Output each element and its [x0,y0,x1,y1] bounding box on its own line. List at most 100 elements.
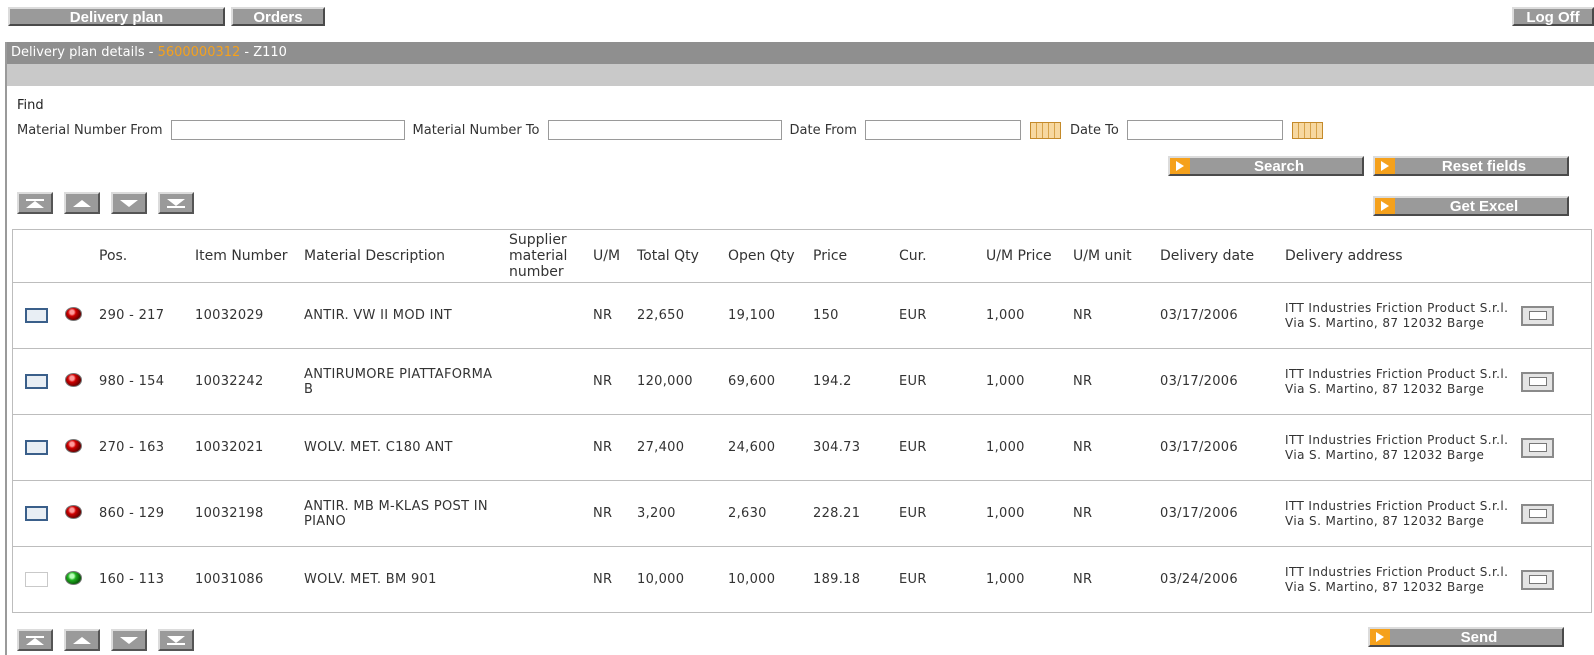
next-page-icon[interactable] [111,192,147,214]
row-action-cell [1521,546,1592,613]
calendar-icon[interactable] [1029,121,1061,139]
title-suffix: - Z110 [240,45,287,60]
col-material-description: Material Description [304,229,509,283]
prev-page-icon[interactable] [64,192,100,214]
row-pos: 290 - 217 [99,282,195,349]
row-supplier-material-number [509,282,593,349]
last-page-icon[interactable] [158,629,194,651]
row-action-cell [1521,414,1592,481]
row-select-cell [12,348,65,415]
table-row: 160 - 113 10031086 WOLV. MET. BM 901 NR 10,0… [12,546,1592,613]
address-detail-icon[interactable] [1521,437,1554,458]
row-cur: EUR [899,480,986,547]
row-action-cell [1521,480,1592,547]
orders-button[interactable]: Orders [231,7,325,26]
status-light-icon [65,504,82,519]
row-action-cell [1521,282,1592,349]
row-open-qty: 19,100 [728,282,813,349]
title-prefix: Delivery plan details - [11,45,158,60]
row-delivery-date: 03/17/2006 [1160,414,1285,481]
send-button[interactable]: Send [1368,627,1564,647]
row-cur: EUR [899,282,986,349]
row-delivery-date: 03/17/2006 [1160,348,1285,415]
row-delivery-date: 03/17/2006 [1160,282,1285,349]
row-checkbox[interactable] [25,440,48,455]
row-checkbox[interactable] [25,308,48,323]
prev-page-icon[interactable] [64,629,100,651]
excel-label: Get Excel [1449,197,1519,215]
row-um-unit: NR [1073,546,1160,613]
address-detail-icon[interactable] [1521,305,1554,326]
row-material-description: ANTIR. MB M-KLAS POST IN PIANO [304,480,509,547]
find-label: Find [17,98,44,113]
last-page-icon[interactable] [158,192,194,214]
col-open-qty: Open Qty [728,229,813,283]
col-total-qty: Total Qty [637,229,728,283]
date-from-label: Date From [789,122,857,138]
row-open-qty: 10,000 [728,546,813,613]
reset-fields-button[interactable]: Reset fields [1373,156,1569,176]
address-detail-icon[interactable] [1521,503,1554,524]
row-um-unit: NR [1073,480,1160,547]
table-row: 980 - 154 10032242 ANTIRUMORE PIATTAFORMA … [12,348,1592,415]
row-item-number: 10032029 [195,282,304,349]
material-from-input[interactable] [170,120,405,140]
pager-bottom [17,629,194,651]
calendar-icon[interactable] [1291,121,1323,139]
row-select-cell [12,414,65,481]
log-off-button[interactable]: Log Off [1512,7,1594,26]
col-um-unit: U/M unit [1073,229,1160,283]
col-pos: Pos. [99,229,195,283]
row-supplier-material-number [509,348,593,415]
top-nav: Delivery plan Orders [8,7,325,26]
material-from-label: Material Number From [17,122,163,138]
delivery-plan-panel: Delivery plan details - 5600000312 - Z11… [5,42,1594,655]
date-to-input[interactable] [1126,120,1283,140]
row-delivery-address: ITT Industries Friction Product S.r.l. V… [1285,480,1521,547]
date-from-input[interactable] [864,120,1021,140]
row-status-cell [65,546,99,613]
address-detail-icon[interactable] [1521,371,1554,392]
row-item-number: 10031086 [195,546,304,613]
first-page-icon[interactable] [17,629,53,651]
delivery-plan-button[interactable]: Delivery plan [8,7,225,26]
col-price: Price [813,229,899,283]
row-price: 194.2 [813,348,899,415]
status-light-icon [65,438,82,453]
material-to-label: Material Number To [412,122,540,138]
search-button[interactable]: Search [1168,156,1364,176]
row-item-number: 10032242 [195,348,304,415]
row-price: 304.73 [813,414,899,481]
row-checkbox[interactable] [25,374,48,389]
row-checkbox[interactable] [25,572,48,587]
row-cur: EUR [899,546,986,613]
row-supplier-material-number [509,480,593,547]
first-page-icon[interactable] [17,192,53,214]
row-item-number: 10032021 [195,414,304,481]
table-row: 860 - 129 10032198 ANTIR. MB M-KLAS POST I… [12,480,1592,547]
material-to-input[interactable] [547,120,782,140]
row-delivery-address: ITT Industries Friction Product S.r.l. V… [1285,348,1521,415]
row-total-qty: 3,200 [637,480,728,547]
row-um-price: 1,000 [986,414,1073,481]
status-light-icon [65,372,82,387]
row-delivery-date: 03/24/2006 [1160,546,1285,613]
row-delivery-date: 03/17/2006 [1160,480,1285,547]
table-row: 270 - 163 10032021 WOLV. MET. C180 ANT NR 27… [12,414,1592,481]
plan-number: 5600000312 [157,45,241,60]
row-um-unit: NR [1073,414,1160,481]
panel-subbar [7,64,1594,86]
get-excel-button[interactable]: Get Excel [1373,196,1569,216]
table-header-row: Pos. Item Number Material Description Su… [12,229,1592,283]
next-page-icon[interactable] [111,629,147,651]
row-um-unit: NR [1073,348,1160,415]
row-pos: 160 - 113 [99,546,195,613]
row-pos: 980 - 154 [99,348,195,415]
row-checkbox[interactable] [25,506,48,521]
row-open-qty: 24,600 [728,414,813,481]
address-detail-icon[interactable] [1521,569,1554,590]
row-status-cell [65,348,99,415]
row-um: NR [593,414,637,481]
row-select-cell [12,480,65,547]
table-row: 290 - 217 10032029 ANTIR. VW II MOD INT NR 2… [12,282,1592,349]
